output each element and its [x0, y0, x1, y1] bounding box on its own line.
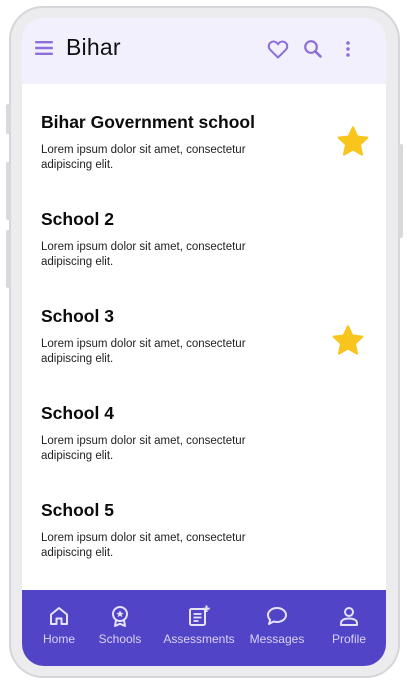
school-list: Bihar Government school Lorem ipsum dolo…: [22, 84, 386, 590]
menu-icon[interactable]: [35, 39, 53, 57]
device-button: [6, 162, 11, 220]
list-item[interactable]: School 5 Lorem ipsum dolor sit amet, con…: [22, 472, 386, 569]
nav-label: Schools: [98, 632, 142, 646]
badge-icon: [112, 606, 128, 627]
school-description: Lorem ipsum dolor sit amet, consectetur …: [41, 435, 246, 462]
nav-profile[interactable]: Profile: [328, 604, 370, 646]
chat-icon: [267, 607, 287, 625]
list-item[interactable]: Bihar Government school Lorem ipsum dolo…: [22, 84, 386, 181]
school-description: Lorem ipsum dolor sit amet, consectetur …: [41, 338, 246, 365]
nav-assessments[interactable]: Assessments: [160, 604, 238, 646]
nav-label: Profile: [331, 632, 366, 646]
list-item[interactable]: School 2 Lorem ipsum dolor sit amet, con…: [22, 181, 386, 278]
device-button: [398, 144, 403, 238]
app-bar: Bihar: [22, 18, 386, 84]
device-button: [6, 104, 11, 134]
school-name: School 3: [41, 306, 114, 326]
school-description: Lorem ipsum dolor sit amet, consectetur …: [41, 532, 246, 559]
heart-icon[interactable]: [266, 37, 290, 61]
school-description: Lorem ipsum dolor sit amet, consectetur …: [41, 241, 246, 268]
school-name: School 5: [41, 500, 114, 520]
star-icon[interactable]: [330, 323, 366, 359]
nav-schools[interactable]: Schools: [96, 604, 144, 646]
nav-label: Assessments: [163, 632, 235, 646]
nav-messages[interactable]: Messages: [247, 604, 307, 646]
nav-label: Home: [42, 632, 75, 646]
person-icon: [340, 607, 358, 626]
school-name: School 2: [41, 209, 114, 229]
school-name: School 4: [41, 403, 114, 423]
page-title: Bihar: [66, 34, 121, 60]
nav-label: Messages: [249, 632, 305, 646]
school-description: Lorem ipsum dolor sit amet, consectetur …: [41, 144, 246, 171]
home-icon: [50, 607, 68, 625]
list-item[interactable]: School 4 Lorem ipsum dolor sit amet, con…: [22, 375, 386, 472]
device-button: [6, 230, 11, 288]
bottom-nav: Home Schools Assessments Messages Profil…: [22, 590, 386, 666]
search-icon[interactable]: [301, 37, 325, 61]
list-item[interactable]: School 3 Lorem ipsum dolor sit amet, con…: [22, 278, 386, 375]
star-icon[interactable]: [335, 124, 371, 160]
more-vert-icon[interactable]: [336, 37, 360, 61]
nav-home[interactable]: Home: [40, 604, 78, 646]
screen: Bihar Bihar Government school Lorem ipsu…: [22, 18, 386, 666]
note-add-icon: [189, 605, 210, 626]
school-name: Bihar Government school: [41, 112, 255, 132]
